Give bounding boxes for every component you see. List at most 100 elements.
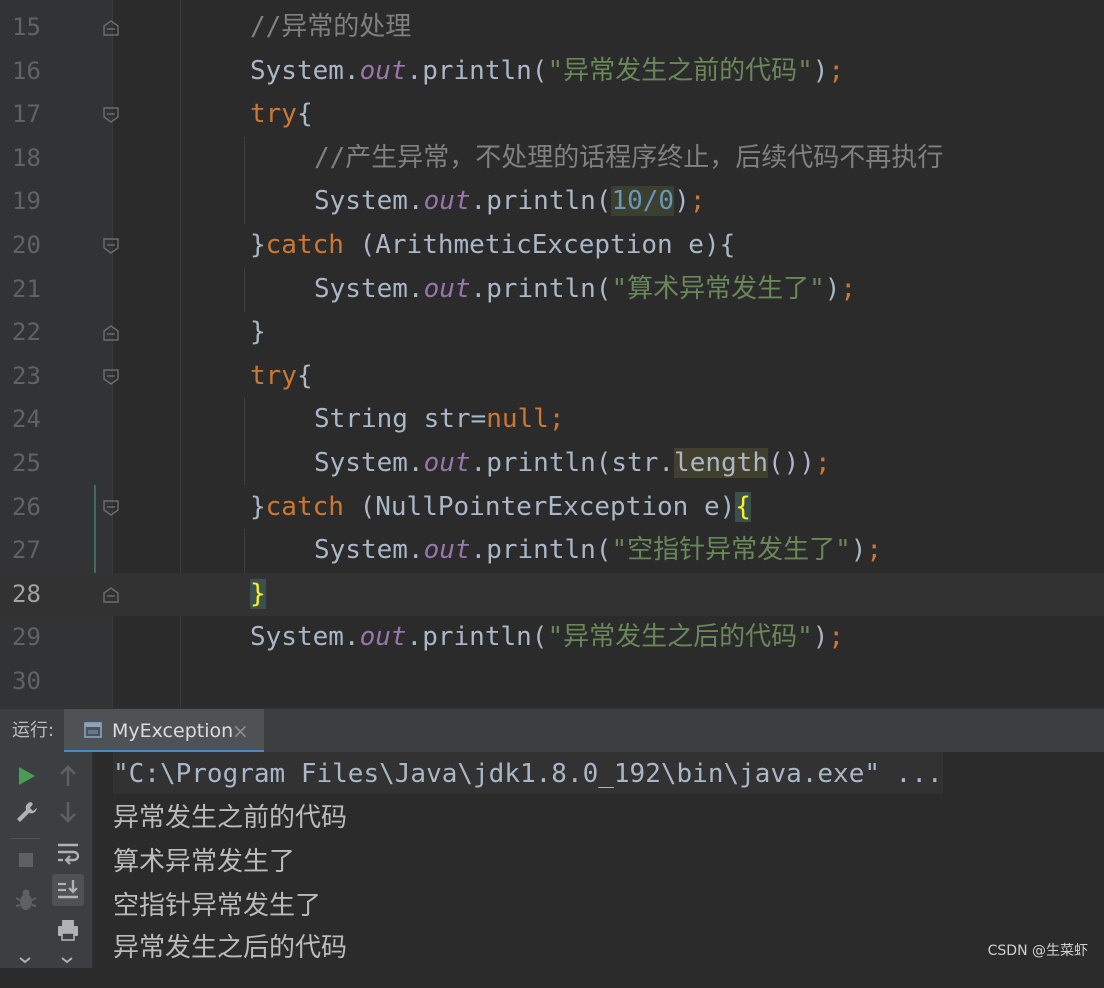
code-text: //异常的处理 xyxy=(250,6,411,50)
line-number: 26 xyxy=(12,486,41,530)
code-token: (ArithmeticException e){ xyxy=(344,230,735,260)
code-text: }catch (ArithmeticException e){ xyxy=(250,224,735,268)
code-token: ()) xyxy=(768,448,815,478)
line-number: 27 xyxy=(12,529,41,573)
code-line[interactable]: 29System.out.println("异常发生之后的代码"); xyxy=(0,616,1104,660)
code-token: { xyxy=(297,361,313,391)
code-token: ) xyxy=(813,56,829,86)
line-number: 29 xyxy=(12,616,41,660)
console-output-line: 异常发生之前的代码 xyxy=(113,796,347,840)
code-token: ) xyxy=(851,535,867,565)
wrench-icon[interactable] xyxy=(10,796,42,828)
code-token: System. xyxy=(314,186,424,216)
code-line[interactable]: 22} xyxy=(0,311,1104,355)
fold-marker-icon[interactable] xyxy=(102,237,120,255)
console-output-line: 异常发生之后的代码 xyxy=(113,926,347,970)
code-line[interactable]: 27 System.out.println("空指针异常发生了"); xyxy=(0,529,1104,573)
code-line[interactable]: 25System.out.println(str.length()); xyxy=(0,442,1104,486)
line-number: 28 xyxy=(12,573,41,617)
console-window-icon xyxy=(84,722,102,738)
code-text: } xyxy=(250,311,266,355)
code-token: out xyxy=(360,622,407,652)
code-line[interactable]: 26}catch (NullPointerException e){ xyxy=(0,486,1104,530)
line-number: 23 xyxy=(12,355,41,399)
code-line[interactable]: 21System.out.println("算术异常发生了"); xyxy=(0,268,1104,312)
code-token: out xyxy=(360,56,407,86)
line-number: 20 xyxy=(12,224,41,268)
rerun-up-icon[interactable] xyxy=(52,760,84,792)
run-icon[interactable] xyxy=(10,760,42,792)
code-token: .println( xyxy=(407,622,548,652)
code-token: } xyxy=(250,579,266,609)
fold-marker-icon[interactable] xyxy=(102,106,120,124)
code-line[interactable]: 19 System.out.println(10/0); xyxy=(0,180,1104,224)
fold-marker-icon[interactable] xyxy=(102,368,120,386)
fold-marker-icon[interactable] xyxy=(102,324,120,342)
line-number: 19 xyxy=(12,180,41,224)
console-command-line: "C:\Program Files\Java\jdk1.8.0_192\bin\… xyxy=(113,752,943,794)
fold-marker-icon[interactable] xyxy=(102,586,120,604)
code-text: } xyxy=(250,573,266,617)
code-token: .println(str. xyxy=(471,448,675,478)
code-token: catch xyxy=(266,230,344,260)
run-tab-myexception[interactable]: MyException × xyxy=(64,709,264,753)
line-number: 18 xyxy=(12,137,41,181)
run-toolbar xyxy=(0,752,93,968)
run-panel-header: 运行: MyException × xyxy=(0,708,1104,753)
code-token: ; xyxy=(549,404,565,434)
code-token: ; xyxy=(828,56,844,86)
code-token: ; xyxy=(866,535,882,565)
code-token: out xyxy=(424,186,471,216)
code-text: System.out.println("空指针异常发生了"); xyxy=(314,529,882,573)
code-line[interactable]: 17try{ xyxy=(0,93,1104,137)
code-text: try{ xyxy=(250,355,313,399)
code-line[interactable]: 16System.out.println("异常发生之前的代码"); xyxy=(0,50,1104,94)
soft-wrap-icon[interactable] xyxy=(52,836,84,868)
code-line[interactable]: 18 //产生异常，不处理的话程序终止，后续代码不再执行 xyxy=(0,137,1104,181)
code-token: ) xyxy=(825,274,841,304)
code-token: "空指针异常发生了" xyxy=(611,535,850,565)
more-icon[interactable] xyxy=(10,952,42,984)
line-number: 30 xyxy=(12,660,41,704)
code-token: (NullPointerException e) xyxy=(344,492,735,522)
code-text: System.out.println("算术异常发生了"); xyxy=(314,268,856,312)
code-token: catch xyxy=(266,492,344,522)
code-token: ) xyxy=(813,622,829,652)
line-number: 16 xyxy=(12,50,41,94)
line-number: 15 xyxy=(12,6,41,50)
fold-marker-icon[interactable] xyxy=(102,19,120,37)
code-text: try{ xyxy=(250,93,313,137)
scroll-down-icon[interactable] xyxy=(52,796,84,828)
code-token: ; xyxy=(690,186,706,216)
code-line[interactable]: 23 try{ xyxy=(0,355,1104,399)
console-output[interactable]: "C:\Program Files\Java\jdk1.8.0_192\bin\… xyxy=(93,752,1104,968)
print-icon[interactable] xyxy=(52,914,84,946)
close-icon[interactable]: × xyxy=(232,709,249,753)
code-line[interactable]: 30 xyxy=(0,660,1104,704)
code-token: } xyxy=(250,492,266,522)
code-token: try xyxy=(250,99,297,129)
code-token: System. xyxy=(314,274,424,304)
line-number: 22 xyxy=(12,311,41,355)
more-icon-2[interactable] xyxy=(52,952,84,984)
code-token: ; xyxy=(815,448,831,478)
code-token: } xyxy=(250,230,266,260)
console-output-line: 算术异常发生了 xyxy=(113,840,295,884)
stop-icon[interactable] xyxy=(10,844,42,876)
code-token: System. xyxy=(250,56,360,86)
code-text: System.out.println(str.length()); xyxy=(314,442,831,486)
debug-bug-icon[interactable] xyxy=(10,884,42,916)
code-editor[interactable]: 15//异常的处理16System.out.println("异常发生之前的代码… xyxy=(0,0,1104,708)
code-token: out xyxy=(424,448,471,478)
code-token: "算术异常发生了" xyxy=(611,274,824,304)
code-line[interactable]: 20}catch (ArithmeticException e){ xyxy=(0,224,1104,268)
code-line[interactable]: 24String str=null; xyxy=(0,398,1104,442)
code-line[interactable]: 15 //异常的处理 xyxy=(0,6,1104,50)
code-token: .println( xyxy=(471,535,612,565)
code-text: System.out.println(10/0); xyxy=(314,180,705,224)
fold-marker-icon[interactable] xyxy=(102,499,120,517)
code-text: //产生异常，不处理的话程序终止，后续代码不再执行 xyxy=(314,137,943,181)
scroll-to-end-icon[interactable] xyxy=(52,874,84,906)
code-line[interactable]: 28} xyxy=(0,573,1104,617)
code-token: .println( xyxy=(407,56,548,86)
